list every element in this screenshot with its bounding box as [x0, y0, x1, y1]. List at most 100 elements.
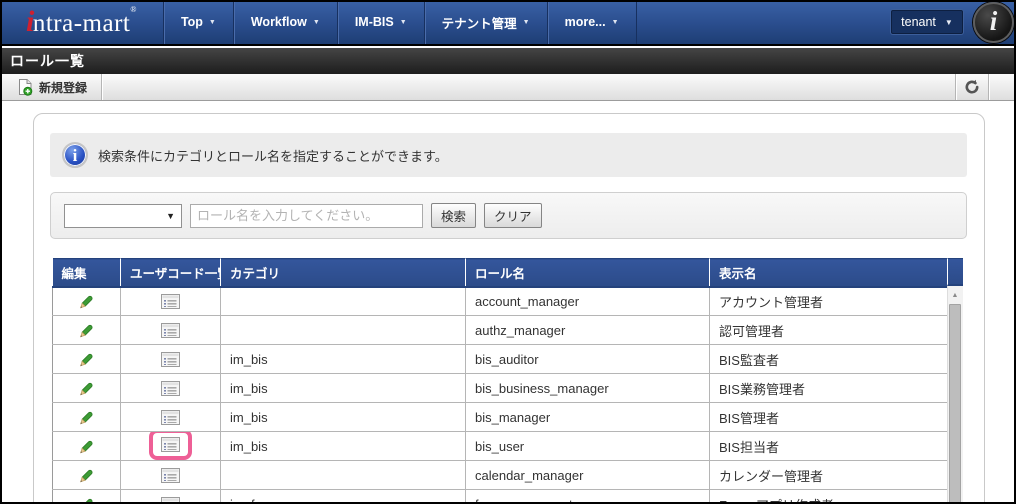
- display-name-cell: BIS業務管理者: [710, 374, 948, 403]
- chevron-down-icon: ▼: [612, 19, 619, 26]
- edit-pencil-icon[interactable]: [78, 496, 95, 504]
- display-name-cell: カレンダー管理者: [710, 461, 948, 490]
- edit-cell: [53, 316, 121, 345]
- table-row: im_bisbis_managerBIS管理者: [53, 403, 948, 432]
- new-registration-label: 新規登録: [39, 79, 87, 96]
- display-name-cell: Formsアプリ作成者: [710, 490, 948, 504]
- category-cell: [221, 461, 466, 490]
- user-code-list-icon[interactable]: [161, 468, 180, 483]
- user-code-list-cell: [121, 345, 221, 374]
- category-cell: im_bis: [221, 345, 466, 374]
- user-code-list-icon[interactable]: [161, 352, 180, 367]
- category-cell: [221, 287, 466, 316]
- table-row: im_formsforms_app_creatorFormsアプリ作成者: [53, 490, 948, 504]
- user-code-list-icon[interactable]: [161, 437, 180, 452]
- top-navbar: intra-mart® Top ▼ Workflow ▼ IM-BIS ▼ テナ…: [0, 0, 1016, 46]
- edit-pencil-icon[interactable]: [78, 322, 95, 339]
- role-name-cell: account_manager: [466, 287, 710, 316]
- role-list-page: intra-mart® Top ▼ Workflow ▼ IM-BIS ▼ テナ…: [0, 0, 1016, 504]
- user-code-list-cell: [121, 490, 221, 504]
- display-name-cell: BIS監査者: [710, 345, 948, 374]
- menu-label: more...: [565, 15, 606, 29]
- chevron-down-icon: ▼: [400, 19, 407, 26]
- info-icon: i: [62, 142, 88, 168]
- chevron-down-icon: ▼: [166, 211, 175, 221]
- edit-cell: [53, 345, 121, 374]
- column-header-category: カテゴリ: [221, 259, 466, 287]
- user-code-list-icon[interactable]: [161, 410, 180, 425]
- edit-cell: [53, 287, 121, 316]
- role-name-cell: calendar_manager: [466, 461, 710, 490]
- search-button[interactable]: 検索: [431, 203, 476, 228]
- scrollbar-thumb[interactable]: [949, 304, 961, 504]
- menu-item-more[interactable]: more... ▼: [547, 0, 637, 44]
- role-table: 編集 ユーザコード一覧 カテゴリ ロール名 表示名 account_manage…: [52, 258, 947, 504]
- edit-pencil-icon[interactable]: [78, 409, 95, 426]
- role-name-cell: bis_manager: [466, 403, 710, 432]
- user-code-list-icon[interactable]: [161, 323, 180, 338]
- new-registration-button[interactable]: 新規登録: [0, 74, 101, 100]
- intra-mart-logo[interactable]: intra-mart®: [0, 0, 163, 44]
- role-name-cell: authz_manager: [466, 316, 710, 345]
- chevron-down-icon: ▼: [945, 18, 953, 27]
- category-cell: [221, 316, 466, 345]
- category-select[interactable]: ▼: [64, 204, 182, 228]
- tenant-label: tenant: [901, 15, 936, 29]
- clear-button[interactable]: クリア: [484, 203, 542, 228]
- role-name-cell: bis_auditor: [466, 345, 710, 374]
- user-code-list-cell: [121, 316, 221, 345]
- table-header-row: 編集 ユーザコード一覧 カテゴリ ロール名 表示名: [53, 259, 948, 287]
- tenant-dropdown-button[interactable]: tenant ▼: [891, 10, 963, 34]
- page-title-bar: ロール一覧: [0, 48, 1016, 74]
- toolbar-end-spacer: [989, 74, 1016, 100]
- role-name-cell: forms_app_creator: [466, 490, 710, 504]
- document-plus-icon: [18, 79, 33, 96]
- chevron-down-icon: ▼: [313, 19, 320, 26]
- edit-cell: [53, 432, 121, 461]
- role-name-cell: bis_business_manager: [466, 374, 710, 403]
- menu-item-top[interactable]: Top ▼: [163, 0, 233, 44]
- menu-label: IM-BIS: [355, 15, 394, 29]
- category-cell: im_bis: [221, 374, 466, 403]
- menu-label: Top: [181, 15, 203, 29]
- table-row: im_bisbis_business_managerBIS業務管理者: [53, 374, 948, 403]
- edit-pencil-icon[interactable]: [78, 293, 95, 310]
- edit-cell: [53, 403, 121, 432]
- table-row: calendar_managerカレンダー管理者: [53, 461, 948, 490]
- user-code-list-cell: [121, 287, 221, 316]
- refresh-button[interactable]: [956, 74, 988, 100]
- scrollbar-up-arrow[interactable]: ▲: [947, 288, 963, 302]
- role-name-input[interactable]: [190, 204, 423, 228]
- action-toolbar: 新規登録: [0, 74, 1016, 101]
- logo-text: intra-mart®: [26, 5, 137, 39]
- user-code-list-icon[interactable]: [161, 497, 180, 504]
- edit-pencil-icon[interactable]: [78, 438, 95, 455]
- user-code-list-cell: [121, 403, 221, 432]
- user-code-list-icon[interactable]: [161, 381, 180, 396]
- display-name-cell: アカウント管理者: [710, 287, 948, 316]
- chevron-down-icon: ▼: [523, 19, 530, 26]
- column-header-user-code-list: ユーザコード一覧: [121, 259, 221, 287]
- edit-cell: [53, 374, 121, 403]
- category-cell: im_forms: [221, 490, 466, 504]
- menu-item-workflow[interactable]: Workflow ▼: [233, 0, 337, 44]
- edit-pencil-icon[interactable]: [78, 351, 95, 368]
- category-cell: im_bis: [221, 432, 466, 461]
- column-header-display-name: 表示名: [710, 259, 948, 287]
- edit-pencil-icon[interactable]: [78, 467, 95, 484]
- menu-label: Workflow: [251, 15, 307, 29]
- edit-cell: [53, 490, 121, 504]
- toolbar-separator: [101, 74, 102, 100]
- edit-pencil-icon[interactable]: [78, 380, 95, 397]
- table-row: authz_manager認可管理者: [53, 316, 948, 345]
- menu-item-im-bis[interactable]: IM-BIS ▼: [337, 0, 424, 44]
- role-name-cell: bis_user: [466, 432, 710, 461]
- menu-item-tenant-admin[interactable]: テナント管理 ▼: [424, 0, 547, 44]
- user-code-list-icon[interactable]: [161, 294, 180, 309]
- display-name-cell: BIS管理者: [710, 403, 948, 432]
- column-header-edit: 編集: [53, 259, 121, 287]
- table-row: account_managerアカウント管理者: [53, 287, 948, 316]
- main-menu: Top ▼ Workflow ▼ IM-BIS ▼ テナント管理 ▼ more.…: [163, 0, 637, 44]
- navbar-right: tenant ▼ i: [891, 0, 1016, 44]
- display-name-cell: 認可管理者: [710, 316, 948, 345]
